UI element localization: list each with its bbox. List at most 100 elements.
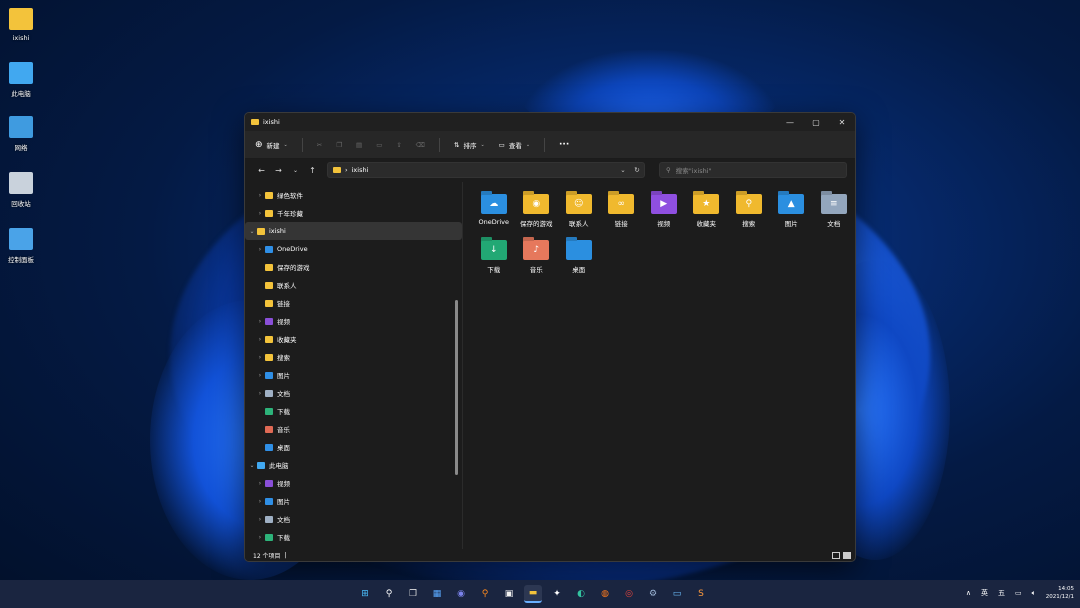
folder-item[interactable]: ◉ 保存的游戏 <box>515 188 558 228</box>
nav-item[interactable]: 联系人 <box>245 276 462 294</box>
address-field[interactable]: › ixishi ⌄ ↻ <box>327 162 645 178</box>
delete-button[interactable]: ⌫ <box>416 141 425 149</box>
desktop-icon[interactable]: 回收站 <box>0 172 42 208</box>
nav-item[interactable]: 链接 <box>245 294 462 312</box>
search-input[interactable]: ⚲ 搜索"ixishi" <box>659 162 847 178</box>
nav-item[interactable]: 桌面 <box>245 438 462 456</box>
close-button[interactable]: ✕ <box>829 113 855 131</box>
desktop-icon[interactable]: 此电脑 <box>0 62 42 98</box>
chevron-icon[interactable]: › <box>255 516 265 523</box>
forward-button[interactable]: → <box>270 166 287 175</box>
widgets-icon[interactable]: ▦ <box>428 585 446 603</box>
folder-item[interactable]: 桌面 <box>558 234 601 274</box>
clock[interactable]: 14:05 2021/12/1 <box>1046 585 1074 601</box>
sublime-icon[interactable]: S <box>692 585 710 603</box>
everything-search-icon[interactable]: ⚲ <box>476 585 494 603</box>
nav-item[interactable]: 音乐 <box>245 420 462 438</box>
folder-item[interactable]: ♪ 音乐 <box>515 234 558 274</box>
nav-item[interactable]: › 图片 <box>245 366 462 384</box>
nav-item[interactable]: 下载 <box>245 402 462 420</box>
file-explorer-icon[interactable]: ▬ <box>524 585 542 603</box>
nav-item[interactable]: › 千年珍藏 <box>245 204 462 222</box>
ime-language-indicator[interactable]: 英 <box>981 588 988 598</box>
xmind-icon[interactable]: ✦ <box>548 585 566 603</box>
nav-item[interactable]: › 下载 <box>245 528 462 546</box>
copy-button[interactable]: ❐ <box>336 141 342 149</box>
start-icon[interactable]: ⊞ <box>356 585 374 603</box>
desktop-icon[interactable]: 网络 <box>0 116 42 152</box>
view-button[interactable]: ▭ 查看 ⌄ <box>499 140 530 150</box>
chevron-icon[interactable]: › <box>255 354 265 361</box>
chevron-icon[interactable]: › <box>255 534 265 541</box>
sort-button[interactable]: ⇅ 排序 ⌄ <box>454 140 485 150</box>
folder-item[interactable]: ▲ 图片 <box>770 188 813 228</box>
remote-desktop-icon[interactable]: ▭ <box>668 585 686 603</box>
cut-button[interactable]: ✂ <box>317 141 322 149</box>
up-button[interactable]: ↑ <box>304 166 321 175</box>
folder-item[interactable]: ▶ 视频 <box>643 188 686 228</box>
nav-item[interactable]: ⌄ 此电脑 <box>245 456 462 474</box>
nav-item[interactable]: ⌄ ixishi <box>245 222 462 240</box>
nav-item[interactable]: › 搜索 <box>245 348 462 366</box>
folder-icon <box>257 227 265 235</box>
address-dropdown-button[interactable]: ⌄ <box>616 166 630 174</box>
nav-item[interactable]: › 绿色软件 <box>245 186 462 204</box>
new-button[interactable]: ⊕ 新建 ⌄ <box>255 140 288 150</box>
title-bar[interactable]: ixishi — ▢ ✕ <box>245 113 855 131</box>
chevron-icon[interactable]: › <box>255 498 265 505</box>
desktop-icon[interactable]: 控制面板 <box>0 228 42 264</box>
folder-item[interactable]: ⚲ 搜索 <box>728 188 771 228</box>
folder-item[interactable]: ☺ 联系人 <box>558 188 601 228</box>
folder-item[interactable]: ∞ 链接 <box>600 188 643 228</box>
more-button[interactable]: ··· <box>559 140 569 150</box>
network-icon[interactable]: ▭ <box>1015 589 1022 597</box>
store-icon[interactable]: ▣ <box>500 585 518 603</box>
chevron-icon[interactable]: › <box>255 372 265 379</box>
chevron-icon[interactable]: › <box>255 318 265 325</box>
folder-item[interactable]: ↓ 下载 <box>473 234 516 274</box>
folder-item[interactable]: ≡ 文档 <box>813 188 856 228</box>
nav-item[interactable]: 保存的游戏 <box>245 258 462 276</box>
recent-locations-button[interactable]: ⌄ <box>287 167 304 174</box>
minimize-button[interactable]: — <box>777 113 803 131</box>
paste-button[interactable]: ▤ <box>356 141 362 149</box>
desktop-icon[interactable]: ixishi <box>0 8 42 42</box>
folder-item[interactable]: ★ 收藏夹 <box>685 188 728 228</box>
nav-item[interactable]: › 视频 <box>245 474 462 492</box>
chevron-icon[interactable]: › <box>255 210 265 217</box>
refresh-button[interactable]: ↻ <box>630 166 644 174</box>
ime-mode-indicator[interactable]: 五 <box>998 588 1005 598</box>
task-view-icon[interactable]: ❐ <box>404 585 422 603</box>
volume-icon[interactable]: 🔈︎ <box>1032 589 1036 598</box>
chevron-icon[interactable]: › <box>255 336 265 343</box>
rename-button[interactable]: ▭ <box>376 141 382 149</box>
breadcrumb[interactable]: ixishi <box>352 166 616 174</box>
chevron-icon[interactable]: ⌄ <box>247 228 257 235</box>
address-bar-row: ← → ⌄ ↑ › ixishi ⌄ ↻ ⚲ 搜索"ixishi" <box>245 159 855 181</box>
search-icon[interactable]: ⚲ <box>380 585 398 603</box>
nav-item[interactable]: › 视频 <box>245 312 462 330</box>
share-button[interactable]: ⇪ <box>396 141 401 149</box>
chevron-icon[interactable]: › <box>255 192 265 199</box>
chevron-icon[interactable]: › <box>255 246 265 253</box>
details-view-icon[interactable] <box>832 551 840 559</box>
chrome-icon[interactable]: ◎ <box>620 585 638 603</box>
chat-icon[interactable]: ◉ <box>452 585 470 603</box>
firefox-icon[interactable]: ◍ <box>596 585 614 603</box>
tray-overflow-icon[interactable]: ∧ <box>966 589 971 597</box>
nav-item[interactable]: › 图片 <box>245 492 462 510</box>
nav-item[interactable]: › 文档 <box>245 384 462 402</box>
large-icons-view-icon[interactable] <box>843 551 851 559</box>
edge-icon[interactable]: ◐ <box>572 585 590 603</box>
chevron-icon[interactable]: › <box>255 390 265 397</box>
navigation-scrollbar[interactable] <box>454 300 458 475</box>
chevron-icon[interactable]: › <box>255 480 265 487</box>
settings-icon[interactable]: ⚙ <box>644 585 662 603</box>
chevron-icon[interactable]: ⌄ <box>247 462 257 469</box>
nav-item[interactable]: › 收藏夹 <box>245 330 462 348</box>
back-button[interactable]: ← <box>253 166 270 175</box>
folder-item[interactable]: ☁ OneDrive <box>473 188 516 228</box>
nav-item[interactable]: › 文档 <box>245 510 462 528</box>
maximize-button[interactable]: ▢ <box>803 113 829 131</box>
nav-item[interactable]: › OneDrive <box>245 240 462 258</box>
